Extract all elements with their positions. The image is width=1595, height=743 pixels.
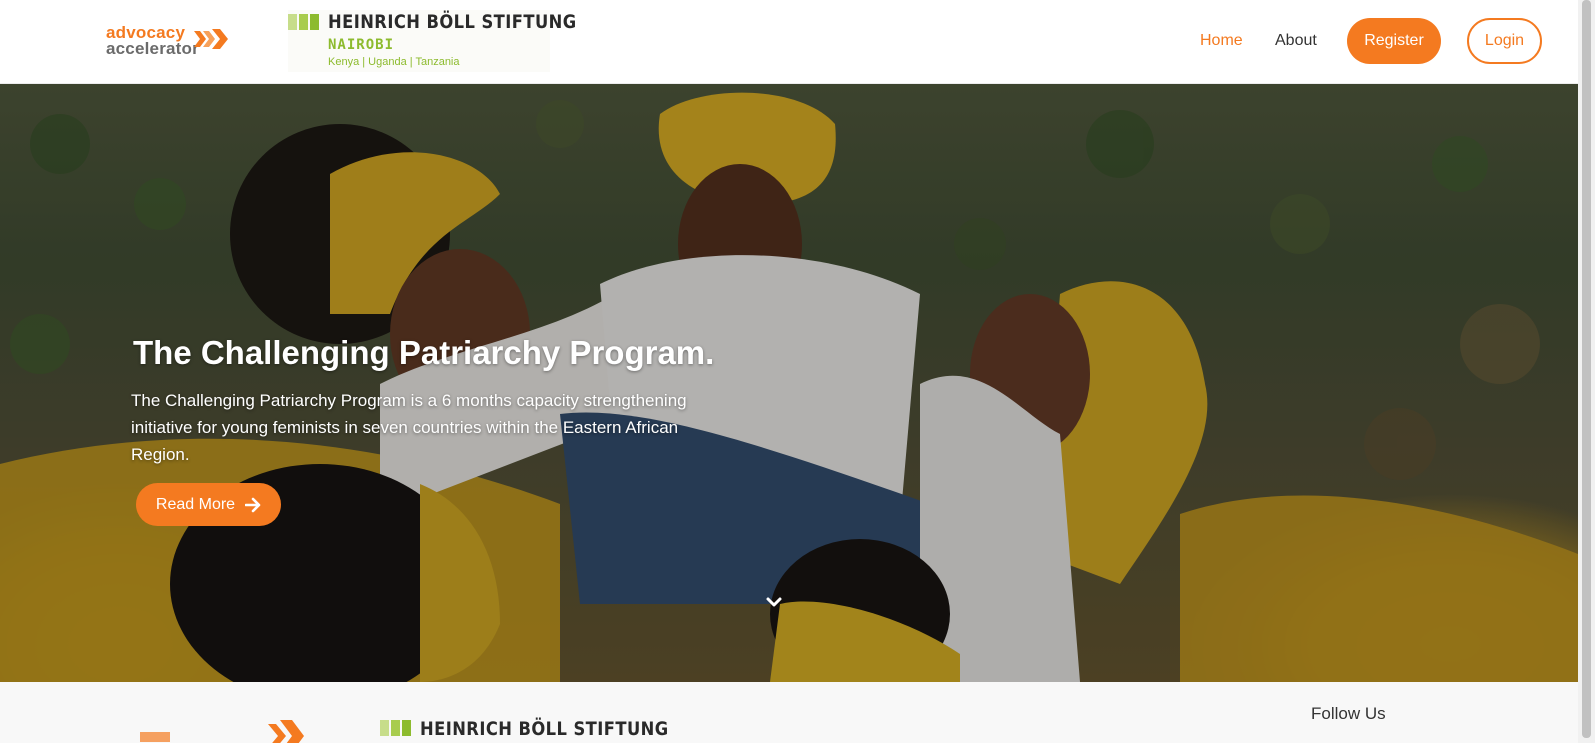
arrow-right-icon — [245, 497, 261, 512]
nav-about[interactable]: About — [1275, 32, 1317, 50]
footer-green-squares-icon — [380, 720, 411, 736]
scrollbar-thumb[interactable] — [1582, 0, 1591, 738]
logo-text-accelerator: accelerator — [106, 39, 199, 58]
read-more-label: Read More — [155, 495, 236, 513]
page-scrollbar[interactable] — [1578, 0, 1595, 743]
chevron-down-icon[interactable] — [764, 594, 784, 610]
chevrons-logo-icon — [194, 29, 228, 49]
footer-partner-title: HEINRICH BÖLL STIFTUNG — [420, 718, 669, 740]
partner-title: HEINRICH BÖLL STIFTUNG — [328, 11, 577, 33]
hero-section: The Challenging Patriarchy Program. The … — [0, 84, 1578, 682]
green-squares-icon — [288, 14, 319, 30]
footer-partner-logo: HEINRICH BÖLL STIFTUNG — [380, 718, 668, 743]
footer-advocacy-logo-icon — [140, 720, 304, 743]
hero-description: The Challenging Patriarchy Program is a … — [131, 391, 687, 464]
partner-city: NAIROBI — [328, 37, 395, 53]
advocacy-accelerator-logo[interactable]: advocacy accelerator — [106, 24, 231, 60]
hero-overlay — [0, 84, 1578, 682]
nav-home[interactable]: Home — [1200, 32, 1243, 50]
partner-countries: Kenya | Uganda | Tanzania — [328, 56, 460, 68]
site-header: advocacy accelerator HEINRICH BÖLL STIFT… — [0, 0, 1578, 84]
site-footer: HEINRICH BÖLL STIFTUNG Follow Us — [0, 682, 1578, 743]
heinrich-boll-logo[interactable]: HEINRICH BÖLL STIFTUNG NAIROBI Kenya | U… — [288, 10, 576, 72]
follow-us-heading: Follow Us — [1311, 704, 1386, 723]
register-button[interactable]: Register — [1347, 18, 1441, 64]
login-button[interactable]: Login — [1467, 18, 1542, 64]
hero-title: The Challenging Patriarchy Program. — [133, 334, 715, 371]
read-more-button[interactable]: Read More — [136, 483, 281, 526]
